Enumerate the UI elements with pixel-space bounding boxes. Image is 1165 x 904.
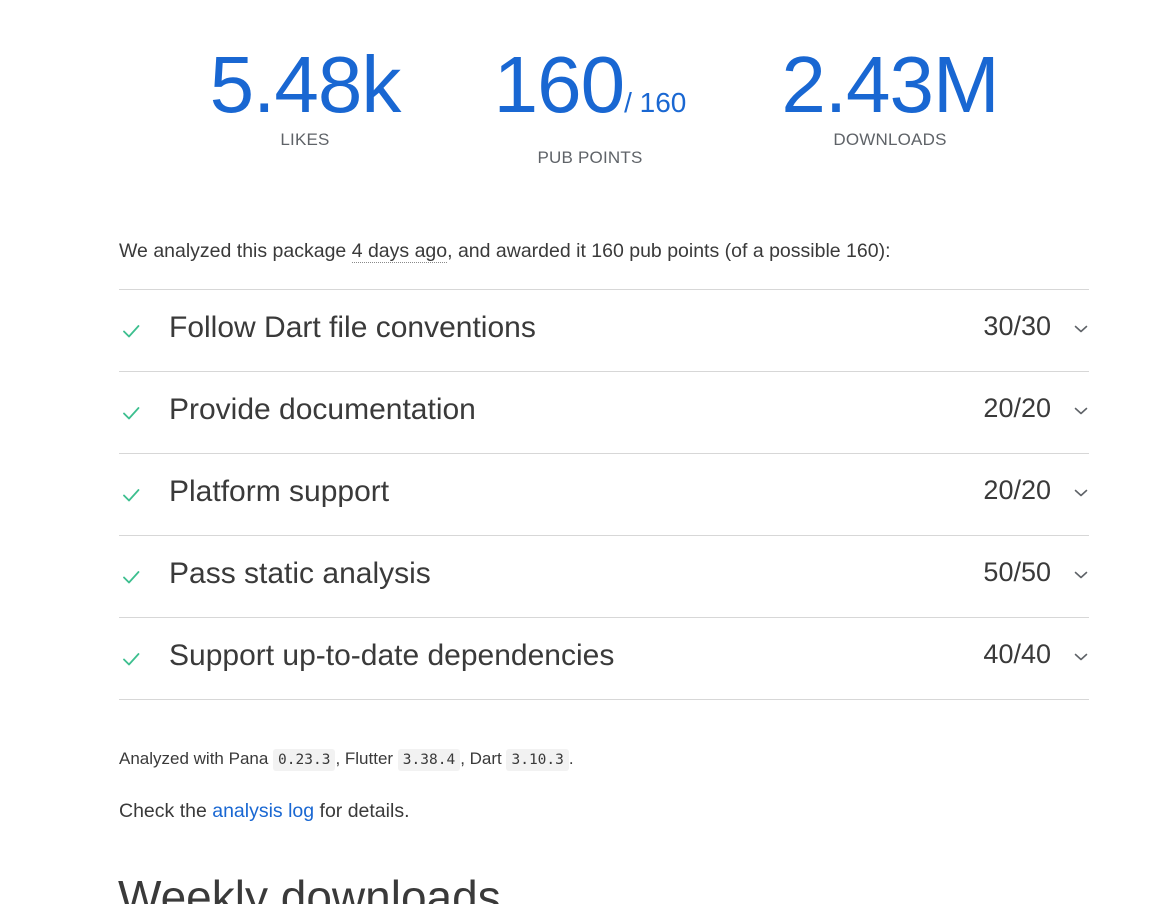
summary-suffix: , and awarded it 160 pub points (of a po… <box>447 240 891 262</box>
report-section[interactable]: Pass static analysis 50/50 <box>119 536 1089 618</box>
analysis-log-link[interactable]: analysis log <box>212 800 314 822</box>
log-prefix: Check the <box>119 800 213 822</box>
section-title: Support up-to-date dependencies <box>169 639 615 672</box>
section-title: Platform support <box>169 475 390 508</box>
check-icon <box>123 325 140 338</box>
downloads-score: 2.43M DOWNLOADS <box>770 40 1010 150</box>
flutter-version: 3.38.4 <box>397 749 461 771</box>
chevron-down-icon[interactable] <box>1073 485 1089 501</box>
analysis-time-ago: 4 days ago <box>351 240 448 263</box>
likes-count: 5.48k <box>209 40 402 129</box>
downloads-count: 2.43M <box>781 40 999 129</box>
summary-prefix: We analyzed this package <box>119 240 352 262</box>
report-sections-list: Follow Dart file conventions 30/30 Provi… <box>119 289 1089 700</box>
pub-points-score: 160/ 160 PUB POINTS <box>480 40 700 168</box>
log-suffix: for details. <box>314 800 410 822</box>
check-icon <box>123 489 140 502</box>
weekly-downloads-heading: Weekly downloads <box>118 871 501 904</box>
section-score: 20/20 <box>983 475 1051 505</box>
report-section[interactable]: Support up-to-date dependencies 40/40 <box>119 618 1089 700</box>
chevron-down-icon[interactable] <box>1073 321 1089 337</box>
likes-score: 5.48k LIKES <box>205 40 405 150</box>
section-title: Pass static analysis <box>169 557 431 590</box>
pana-version: 0.23.3 <box>273 749 336 771</box>
analysis-log-note: Check the analysis log for details. <box>119 800 410 823</box>
chevron-down-icon[interactable] <box>1073 403 1089 419</box>
downloads-label: DOWNLOADS <box>833 130 947 149</box>
pub-points-count: 160 <box>493 40 625 129</box>
analysis-summary: We analyzed this package 4 days ago, and… <box>119 240 891 263</box>
section-title: Provide documentation <box>169 393 476 426</box>
section-score: 50/50 <box>983 557 1051 587</box>
chevron-down-icon[interactable] <box>1073 649 1089 665</box>
report-section[interactable]: Follow Dart file conventions 30/30 <box>119 290 1089 372</box>
report-section[interactable]: Platform support 20/20 <box>119 454 1089 536</box>
pub-points-label: PUB POINTS <box>537 148 643 167</box>
dart-label: , Dart <box>460 749 507 768</box>
pub-points-value-wrap: 160/ 160 <box>480 40 700 148</box>
analyzed-end: . <box>568 749 574 768</box>
dart-version: 3.10.3 <box>506 749 569 771</box>
report-section[interactable]: Provide documentation 20/20 <box>119 372 1089 454</box>
analysis-tool-versions: Analyzed with Pana 0.23.3, Flutter 3.38.… <box>119 749 574 771</box>
section-title: Follow Dart file conventions <box>169 311 536 344</box>
section-score: 30/30 <box>983 311 1051 341</box>
section-score: 20/20 <box>983 393 1051 423</box>
pub-points-max: / 160 <box>624 87 687 118</box>
flutter-label: , Flutter <box>335 749 398 768</box>
check-icon <box>123 653 140 666</box>
analyzed-prefix: Analyzed with Pana <box>119 749 274 768</box>
section-score: 40/40 <box>983 639 1051 669</box>
check-icon <box>123 407 140 420</box>
check-icon <box>123 571 140 584</box>
likes-label: LIKES <box>280 130 330 149</box>
chevron-down-icon[interactable] <box>1073 567 1089 583</box>
package-scores-page: 5.48k LIKES 160/ 160 PUB POINTS 2.43M DO… <box>0 0 1165 904</box>
